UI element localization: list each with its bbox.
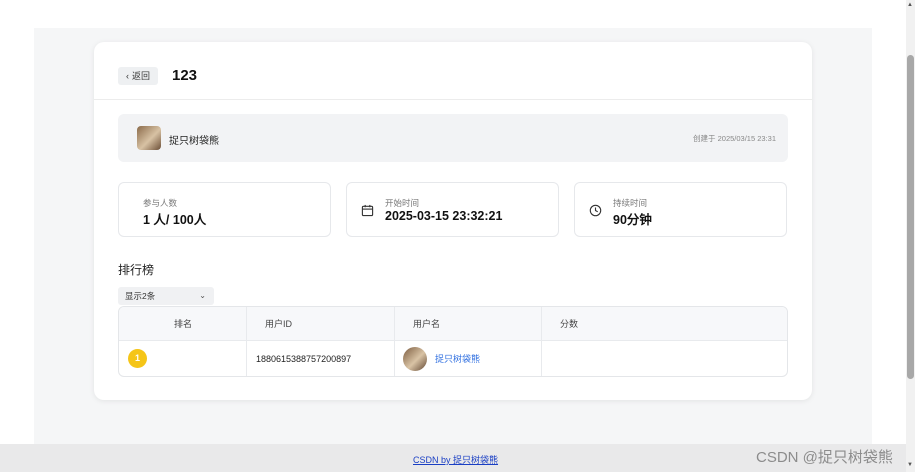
contest-detail-card: ‹ 返回 123 捉只树袋熊 创建于 2025/03/15 23:31 参与人数… <box>94 42 812 400</box>
table-header <box>119 307 787 341</box>
participants-value: 1 人/ 100人 <box>143 213 207 227</box>
participants-label: 参与人数 <box>143 198 178 208</box>
start-time-value: 2025-03-15 23:32:21 <box>385 209 503 223</box>
back-button-label: 返回 <box>132 71 151 81</box>
scroll-up-arrow-icon[interactable]: ▲ <box>907 2 913 8</box>
cell-user-id: 1880615388757200897 <box>256 354 352 364</box>
creator-name: 捉只树袋熊 <box>169 136 219 147</box>
leaderboard-title: 排行榜 <box>118 263 155 277</box>
card-header: ‹ 返回 123 <box>94 42 812 100</box>
duration-value: 90分钟 <box>613 213 652 227</box>
scrollbar-thumb[interactable] <box>907 55 914 379</box>
column-header-rank[interactable]: 排名 <box>174 307 192 341</box>
username-link[interactable]: 捉只树袋熊 <box>435 341 480 376</box>
back-button[interactable]: ‹ 返回 <box>118 67 159 85</box>
calendar-icon <box>361 204 374 217</box>
stat-duration: 持续时间 90分钟 <box>574 182 787 237</box>
column-divider <box>246 307 247 376</box>
vertical-scrollbar[interactable]: ▲ ▼ <box>906 0 915 472</box>
column-header-username[interactable]: 用户名 <box>413 307 440 341</box>
column-divider <box>394 307 395 376</box>
avatar <box>403 347 427 371</box>
stat-start-time: 开始时间 2025-03-15 23:32:21 <box>346 182 559 237</box>
scroll-down-arrow-icon[interactable]: ▼ <box>907 462 913 468</box>
column-divider <box>541 307 542 376</box>
creator-bar: 捉只树袋熊 创建于 2025/03/15 23:31 <box>118 114 788 162</box>
row-count-select-value: 显示2条 <box>125 291 156 301</box>
column-header-user-id[interactable]: 用户ID <box>265 307 292 341</box>
clock-icon <box>589 204 602 217</box>
rank-badge: 1 <box>128 349 147 368</box>
row-count-select[interactable]: 显示2条 ⌄ <box>118 287 214 305</box>
stat-participants: 参与人数 1 人/ 100人 <box>118 182 331 237</box>
chevron-left-icon: ‹ <box>126 71 129 81</box>
duration-label: 持续时间 <box>613 198 648 208</box>
footer-link[interactable]: CSDN by 捉只树袋熊 <box>413 453 498 466</box>
watermark-text: CSDN @捉只树袋熊 <box>756 449 893 466</box>
page-title: 123 <box>172 67 198 84</box>
created-at-text: 创建于 2025/03/15 23:31 <box>693 134 776 143</box>
creator-avatar <box>137 126 161 150</box>
column-header-score[interactable]: 分数 <box>560 307 578 341</box>
leaderboard-table: 排名 用户ID 用户名 分数 1 1880615388757200897 捉只树… <box>118 306 788 377</box>
chevron-down-icon: ⌄ <box>199 291 206 300</box>
start-time-label: 开始时间 <box>385 198 420 208</box>
